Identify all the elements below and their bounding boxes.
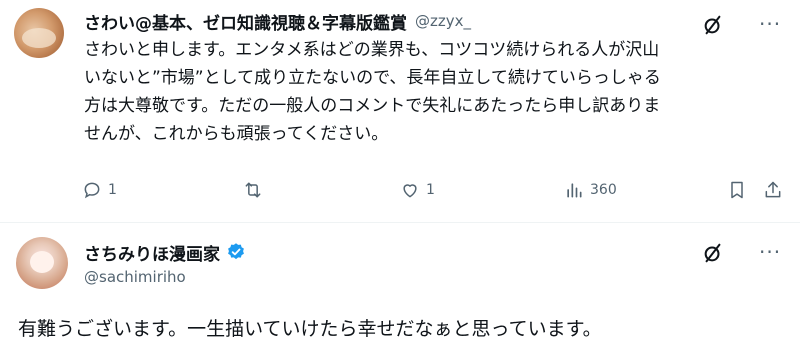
views-icon <box>567 183 582 198</box>
tweet-text-line: 方は大尊敬です。ただの一般人のコメントで失礼にあたったら申し訳ありま <box>84 96 661 116</box>
grok-icon[interactable] <box>702 242 724 268</box>
like-icon <box>403 184 417 198</box>
bookmark-button[interactable] <box>727 180 747 200</box>
author-handle[interactable]: @zzyx_ <box>415 12 471 30</box>
more-icon[interactable]: ··· <box>759 12 781 36</box>
like-button[interactable]: 1 <box>400 180 435 200</box>
avatar[interactable] <box>16 237 68 289</box>
tweet-text: さわいと申します。エンタメ系はどの業界も、コツコツ続けられる人が沢山 いないと”… <box>84 36 784 148</box>
reply-button[interactable]: 1 <box>82 180 117 200</box>
more-icon[interactable]: ··· <box>759 240 781 264</box>
view-count: 360 <box>590 182 617 198</box>
verified-badge-icon <box>228 243 244 260</box>
retweet-icon <box>245 182 261 198</box>
tweet-header: さちみりほ漫画家 <box>84 238 246 266</box>
author-name[interactable]: さちみりほ漫画家 <box>84 240 220 265</box>
tweet-text-line: いないと”市場”として成り立たないので、長年自立して続けていらっしゃる <box>84 68 661 88</box>
tweet-text-line: さわいと申します。エンタメ系はどの業界も、コツコツ続けられる人が沢山 <box>84 40 660 60</box>
share-icon <box>765 181 781 198</box>
bookmark-icon <box>731 181 743 199</box>
like-count: 1 <box>426 182 435 198</box>
divider <box>0 222 800 223</box>
tweet-header: さわい@基本、ゼロ知識視聴＆字幕版鑑賞 @zzyx_ <box>84 6 471 36</box>
reply-count: 1 <box>108 182 117 198</box>
author-name[interactable]: さわい@基本、ゼロ知識視聴＆字幕版鑑賞 <box>84 9 407 34</box>
tweet-text-line: せんが、これからも頑張ってください。 <box>84 124 389 144</box>
author-handle[interactable]: @sachimiriho <box>84 268 186 286</box>
share-button[interactable] <box>763 180 783 200</box>
avatar[interactable] <box>14 8 64 58</box>
retweet-button[interactable] <box>243 180 263 200</box>
reply-icon <box>84 182 100 199</box>
views-button[interactable]: 360 <box>564 180 617 200</box>
tweet-text: 有難うございます。一生描いていけたら幸せだなぁと思っています。 <box>18 318 602 340</box>
